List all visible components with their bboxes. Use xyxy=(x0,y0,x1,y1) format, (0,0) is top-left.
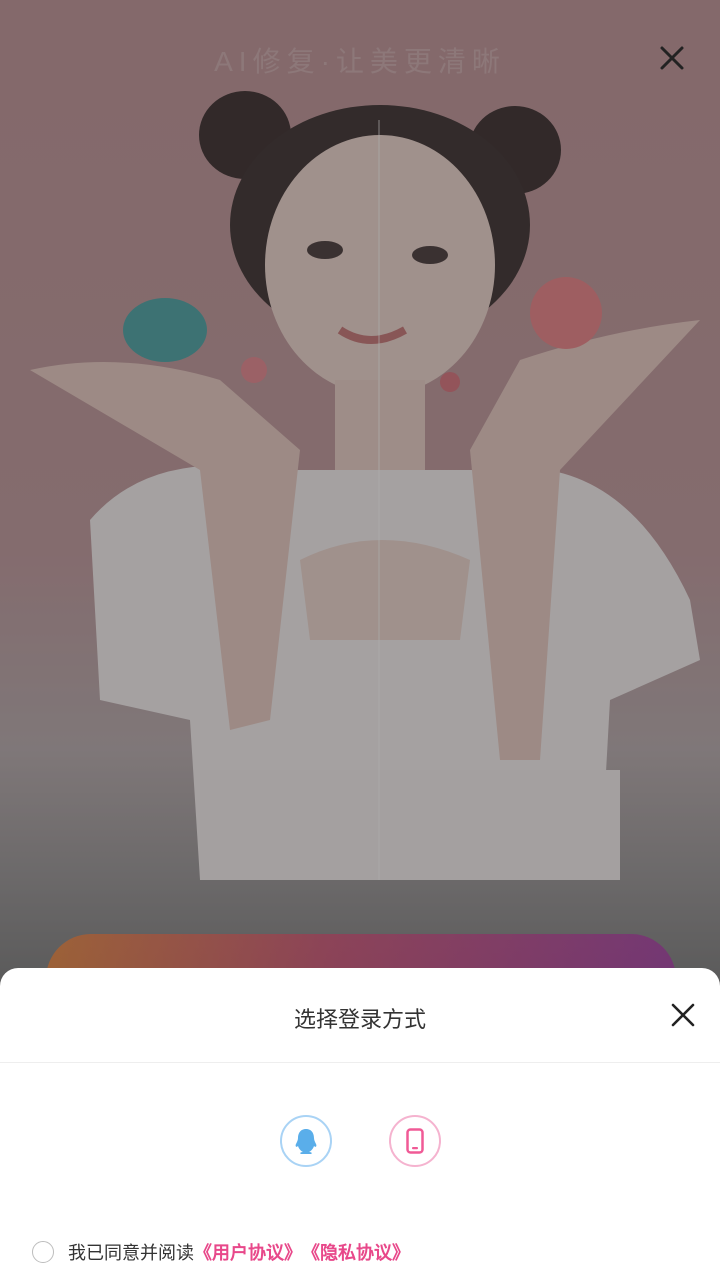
close-icon[interactable] xyxy=(668,1000,698,1030)
user-agreement-link[interactable]: 《用户协议》 xyxy=(194,1239,302,1265)
phone-icon xyxy=(406,1128,424,1154)
qq-login-button[interactable] xyxy=(280,1115,332,1167)
agreement-row: 我已同意并阅读 《用户协议》 《隐私协议》 xyxy=(32,1238,410,1266)
sheet-header: 选择登录方式 xyxy=(0,968,720,1063)
sheet-title: 选择登录方式 xyxy=(293,1007,426,1032)
privacy-agreement-link[interactable]: 《隐私协议》 xyxy=(302,1239,410,1265)
agreement-text: 我已同意并阅读 xyxy=(68,1243,194,1263)
phone-login-button[interactable] xyxy=(389,1115,441,1167)
qq-icon xyxy=(295,1129,317,1154)
agree-radio[interactable] xyxy=(32,1241,54,1263)
close-icon[interactable] xyxy=(654,40,690,76)
login-sheet: 选择登录方式 我已同意并阅读 《用户协议》 《隐私协议》 xyxy=(0,968,720,1280)
